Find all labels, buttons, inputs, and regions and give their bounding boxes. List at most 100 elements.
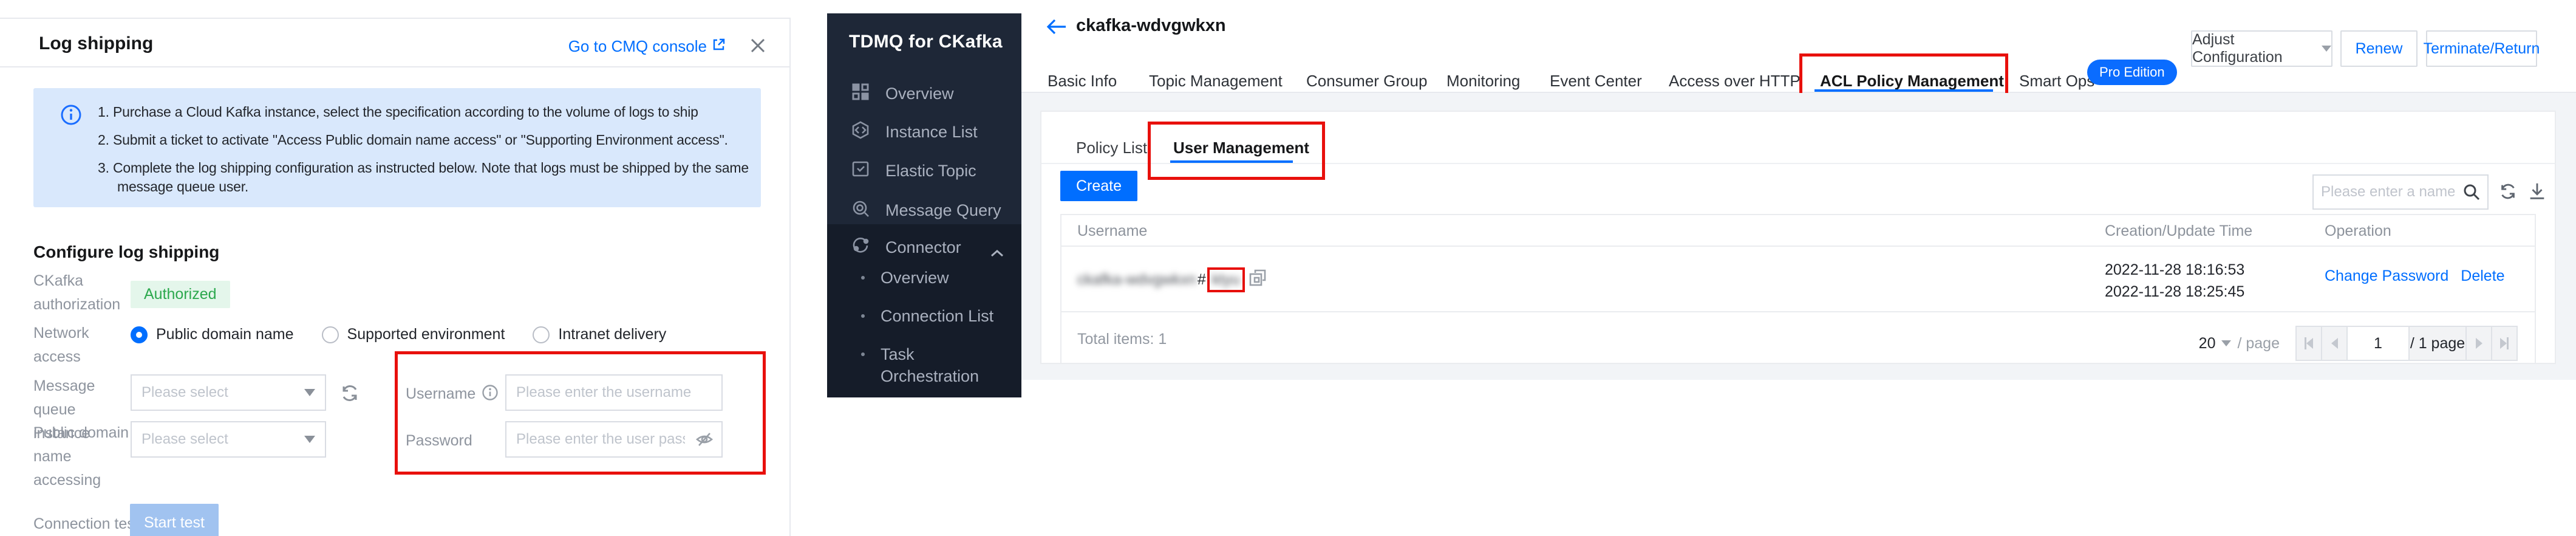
connector-icon (851, 236, 870, 259)
sidebar-subitem-overview[interactable]: Overview (827, 267, 1021, 289)
sidebar-item-connector[interactable]: Connector (827, 233, 1021, 262)
network-access-label: Network access (33, 325, 89, 365)
delete-link[interactable]: Delete (2461, 267, 2504, 285)
go-to-cmq-console-link[interactable]: Go to CMQ console (568, 37, 726, 56)
close-icon[interactable] (748, 36, 768, 55)
sidebar-item-instance-list[interactable]: Instance List (827, 117, 1021, 146)
sidebar-title: TDMQ for CKafka (849, 32, 1003, 52)
pagination: 20 / page 1 / 1 page (2199, 326, 2518, 361)
sidebar-subitem-task-orchestration[interactable]: Task Orchestration (827, 343, 1009, 387)
radio-unselected-icon (321, 326, 339, 343)
last-page-button[interactable] (2492, 327, 2516, 360)
tab-access-over-http[interactable]: Access over HTTP (1669, 72, 1801, 91)
triangle-left-icon (2331, 338, 2338, 349)
info-steps: 1. Purchase a Cloud Kafka instance, sele… (98, 103, 751, 205)
start-test-button[interactable]: Start test (130, 504, 219, 536)
triangle-right-icon (2475, 338, 2482, 349)
public-domain-select[interactable]: Please select (131, 421, 326, 458)
sidebar-item-elastic-topic[interactable]: Elastic Topic (827, 156, 1021, 185)
adjust-configuration-button[interactable]: Adjust Configuration (2191, 30, 2332, 67)
page-count-label: / 1 page (2410, 327, 2467, 360)
search-icon[interactable] (2462, 182, 2487, 202)
public-domain-label: Public domain name accessing (33, 424, 129, 489)
tab-topic-management[interactable]: Topic Management (1149, 72, 1283, 91)
back-arrow-icon[interactable] (1046, 17, 1068, 40)
radio-public-domain-name[interactable]: Public domain name (131, 326, 294, 343)
change-password-link[interactable]: Change Password (2325, 267, 2448, 285)
annotation-red-box-user-management (1148, 122, 1325, 180)
creation-update-time-cell: 2022-11-28 18:16:53 2022-11-28 18:25:45 (2105, 259, 2244, 303)
authorized-badge: Authorized (131, 281, 230, 308)
annotation-red-box-username-suffix: ktyu (1207, 267, 1245, 292)
sidebar-item-message-query[interactable]: Message Query (827, 196, 1021, 225)
mq-instance-select[interactable]: Please select (131, 374, 326, 411)
tab-consumer-group[interactable]: Consumer Group (1306, 72, 1427, 91)
annotation-red-box-credentials (395, 351, 766, 475)
page-size-value: 20 (2198, 334, 2216, 352)
inner-tab-policy-list[interactable]: Policy List (1076, 139, 1147, 157)
prev-page-button[interactable] (2322, 327, 2348, 360)
pro-edition-badge: Pro Edition (2087, 60, 2177, 85)
info-step-1: 1. Purchase a Cloud Kafka instance, sele… (98, 104, 698, 120)
page-size-selector[interactable]: 20 / page (2199, 335, 2280, 352)
page-size-suffix: / page (2237, 334, 2280, 352)
dialog-title: Log shipping (39, 33, 154, 53)
search-box (2312, 174, 2489, 210)
create-button[interactable]: Create (1060, 171, 1137, 201)
sidebar-item-overview[interactable]: Overview (827, 79, 1021, 108)
info-icon (60, 104, 82, 129)
info-banner: 1. Purchase a Cloud Kafka instance, sele… (33, 88, 761, 207)
configure-section-title: Configure log shipping (33, 242, 220, 261)
sidebar-subitem-connection-list[interactable]: Connection List (827, 305, 1021, 327)
triangle-left-icon (2306, 338, 2313, 349)
grid-icon (851, 83, 870, 105)
username-separator: # (1197, 271, 1206, 288)
search-input[interactable] (2314, 176, 2462, 208)
bullet-dot-icon (861, 352, 865, 356)
radio-unselected-icon (533, 326, 550, 343)
refresh-icon[interactable] (339, 382, 361, 407)
creation-time: 2022-11-28 18:16:53 (2105, 261, 2245, 278)
sidebar: TDMQ for CKafka Overview Instance List E… (827, 13, 1021, 397)
column-header-username: Username (1077, 222, 1148, 239)
copy-icon[interactable] (1249, 269, 1267, 291)
renew-button[interactable]: Renew (2340, 30, 2418, 67)
sidebar-item-label: Elastic Topic (885, 161, 976, 180)
radio-intranet-delivery[interactable]: Intranet delivery (533, 326, 666, 343)
sidebar-connector-group: Connector Overview Connection List Task … (827, 224, 1021, 397)
log-shipping-dialog: Log shipping Go to CMQ console 1. Purcha… (0, 18, 791, 536)
connection-test-label: Connection test (33, 515, 139, 532)
sidebar-item-label: Instance List (885, 122, 978, 141)
operation-cell: Change Password Delete (2325, 267, 2505, 285)
radio-supported-environment[interactable]: Supported environment (321, 326, 505, 343)
tab-event-center[interactable]: Event Center (1550, 72, 1642, 91)
network-access-radio-group: Public domain name Supported environment… (131, 326, 666, 343)
current-page-input[interactable]: 1 (2348, 327, 2410, 360)
topic-box-icon (851, 160, 870, 182)
table-header-row: Username Creation/Update Time Operation (1061, 215, 2535, 247)
sidebar-item-label: Message Query (885, 201, 1001, 219)
terminate-return-button[interactable]: Terminate/Return (2423, 30, 2540, 67)
terminate-return-label: Terminate/Return (2423, 40, 2540, 57)
user-table: Username Creation/Update Time Operation … (1060, 214, 2536, 363)
next-page-button[interactable] (2467, 327, 2492, 360)
tab-smart-ops[interactable]: Smart Ops (2019, 72, 2094, 91)
radio-selected-icon (131, 326, 148, 343)
download-icon[interactable] (2527, 181, 2547, 205)
refresh-icon[interactable] (2498, 181, 2518, 205)
username-cell: ckafka-wdvgwkxn # ktyu (1077, 267, 1267, 292)
tab-monitoring[interactable]: Monitoring (1446, 72, 1520, 91)
table-row: ckafka-wdvgwkxn # ktyu 2022-11-28 18:16:… (1061, 248, 2535, 312)
username-masked-suffix: ktyu (1211, 271, 1240, 288)
tab-basic-info[interactable]: Basic Info (1048, 72, 1117, 91)
first-page-button[interactable] (2297, 327, 2322, 360)
radio-label: Intranet delivery (558, 326, 667, 343)
chevron-down-icon (2221, 340, 2232, 346)
screenshot-root: Log shipping Go to CMQ console 1. Purcha… (0, 0, 2576, 536)
ckafka-authorization-label: CKafka authorization (33, 272, 121, 313)
pager: 1 / 1 page (2295, 326, 2518, 361)
sidebar-subitem-label: Connection List (881, 307, 994, 325)
radio-label: Supported environment (347, 326, 505, 343)
triangle-right-icon (2500, 338, 2507, 349)
sidebar-item-label: Overview (885, 84, 954, 103)
